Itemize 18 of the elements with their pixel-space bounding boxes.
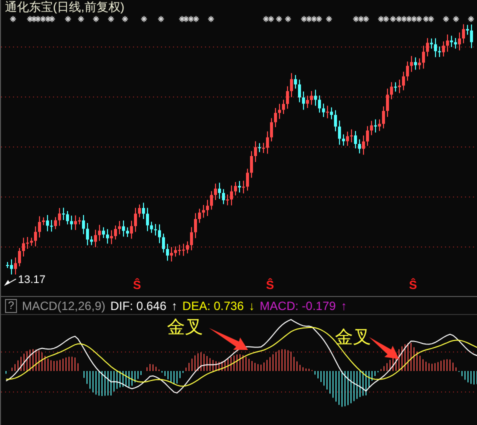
sell-signal-mark: Ŝ — [133, 278, 142, 292]
trend-arrow-icon: ↑ — [340, 296, 347, 314]
golden-cross-label: 金叉 — [335, 327, 371, 347]
low-price-pointer — [4, 278, 16, 286]
sell-signal-mark: Ŝ — [409, 278, 418, 292]
help-button[interactable]: ? — [5, 298, 17, 312]
indicator-value: DIF: 0.646 — [110, 298, 166, 314]
trend-arrow-icon: ↑ — [171, 296, 178, 314]
golden-cross-label: 金叉 — [167, 317, 203, 337]
sell-signal-mark: Ŝ — [266, 278, 274, 292]
indicator-value: MACD: -0.179 — [260, 298, 336, 314]
indicator-value: DEA: 0.736 — [182, 298, 244, 314]
indicator-name: MACD(12,26,9) — [22, 298, 106, 314]
chart-title: 通化东宝(日线,前复权) — [5, 0, 124, 14]
low-price-label: 13.17 — [18, 274, 46, 286]
pointer-arrow — [209, 328, 248, 350]
trend-arrow-icon: ↓ — [248, 296, 255, 314]
pointer-arrow — [369, 337, 399, 359]
